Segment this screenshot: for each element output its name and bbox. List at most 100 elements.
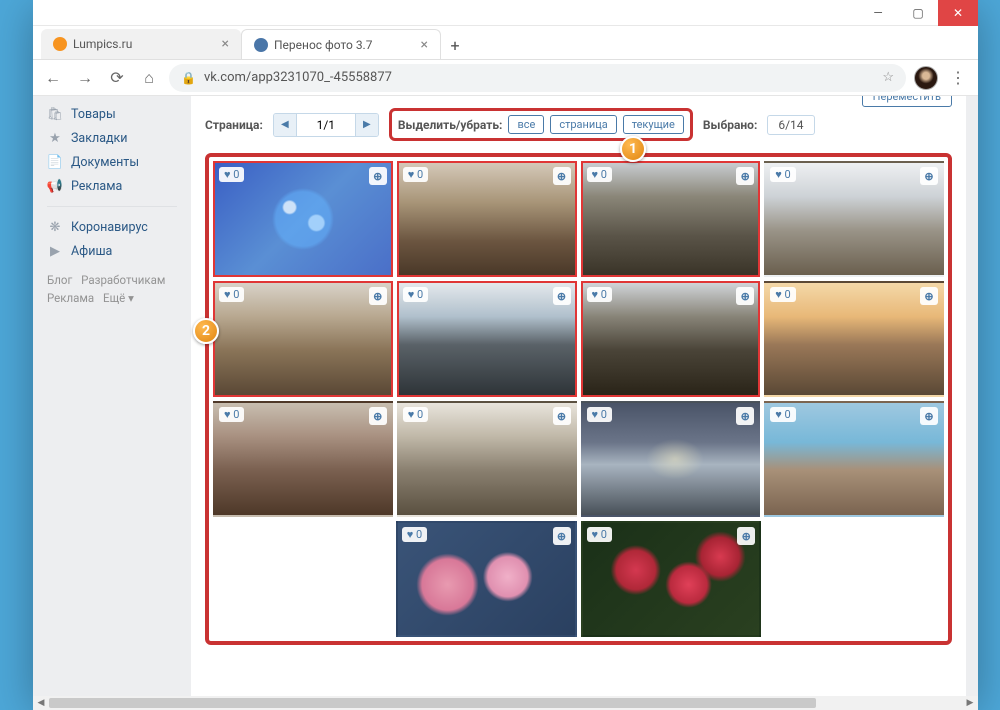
window-minimize-button[interactable]: — (858, 0, 898, 26)
pager: ◀ ▶ (273, 113, 379, 137)
like-badge[interactable]: ♥ 0 (402, 527, 427, 542)
photo-thumbnail[interactable]: ♥ 0 ⊕ (213, 281, 393, 397)
sidebar-separator (47, 206, 177, 207)
footer-link-devs[interactable]: Разработчикам (81, 273, 165, 287)
controls-bar: Страница: ◀ ▶ Выделить/убрать: все стран… (205, 104, 952, 141)
tab-favicon (254, 38, 268, 52)
photo-thumbnail[interactable]: ♥ 0 ⊕ (581, 161, 761, 277)
window-close-button[interactable]: ✕ (938, 0, 978, 26)
photo-thumbnail[interactable]: ♥ 0 ⊕ (764, 401, 944, 517)
zoom-icon[interactable]: ⊕ (736, 287, 754, 305)
like-badge[interactable]: ♥ 0 (403, 407, 428, 422)
sidebar-footer: Блог Разработчикам Реклама Ещё ▾ (33, 263, 191, 316)
like-badge[interactable]: ♥ 0 (587, 407, 612, 422)
sidebar-item-label: Реклама (71, 179, 122, 194)
photo-thumbnail[interactable]: ♥ 0 ⊕ (764, 281, 944, 397)
zoom-icon[interactable]: ⊕ (553, 527, 571, 545)
like-badge[interactable]: ♥ 0 (219, 407, 244, 422)
photo-thumbnail[interactable]: ♥ 0 ⊕ (397, 401, 577, 517)
browser-tabs: Lumpics.ru × Перенос фото 3.7 × + (33, 26, 978, 60)
photo-thumbnail[interactable]: ♥ 0 ⊕ (581, 521, 762, 637)
like-badge[interactable]: ♥ 0 (403, 287, 428, 302)
zoom-icon[interactable]: ⊕ (553, 407, 571, 425)
scroll-track[interactable] (49, 696, 962, 710)
select-page-button[interactable]: страница (550, 115, 616, 134)
footer-link-blog[interactable]: Блог (47, 273, 72, 287)
zoom-icon[interactable]: ⊕ (920, 167, 938, 185)
photo-grid-highlight: ♥ 0 ⊕ ♥ 0 ⊕ ♥ 0 ⊕ ♥ 0 ⊕ ♥ 0 ⊕ ♥ 0 ⊕ ♥ 0 ⊕ ♥ 0 ⊕ ♥ 0 ⊕ ♥ 0 ⊕… (205, 153, 952, 645)
like-badge[interactable]: ♥ 0 (770, 287, 795, 302)
like-badge[interactable]: ♥ 0 (587, 167, 612, 182)
zoom-icon[interactable]: ⊕ (920, 407, 938, 425)
select-all-button[interactable]: все (508, 115, 544, 134)
document-icon: 📄 (47, 154, 63, 170)
goods-icon: 🛍 (47, 106, 63, 122)
nav-forward-button[interactable]: → (73, 66, 97, 90)
like-badge[interactable]: ♥ 0 (770, 407, 795, 422)
zoom-icon[interactable]: ⊕ (553, 167, 571, 185)
photo-thumbnail[interactable]: ♥ 0 ⊕ (764, 161, 944, 277)
profile-avatar[interactable] (914, 66, 938, 90)
photo-thumbnail[interactable]: ♥ 0 ⊕ (397, 161, 577, 277)
horizontal-scrollbar[interactable]: ◀ ▶ (33, 696, 978, 710)
select-label: Выделить/убрать: (398, 118, 503, 132)
tab-close-icon[interactable]: × (415, 37, 428, 53)
page-input[interactable] (296, 114, 356, 136)
sidebar-item-covid[interactable]: ❋Коронавирус (33, 215, 191, 239)
tab-close-icon[interactable]: × (216, 36, 229, 52)
nav-home-button[interactable]: ⌂ (137, 66, 161, 90)
vk-sidebar: 🛍Товары ★Закладки 📄 Документы 📢Реклама ❋К… (33, 96, 191, 700)
scroll-thumb[interactable] (49, 698, 816, 708)
zoom-icon[interactable]: ⊕ (369, 407, 387, 425)
page-prev-button[interactable]: ◀ (274, 114, 296, 136)
zoom-icon[interactable]: ⊕ (736, 407, 754, 425)
page-label: Страница: (205, 118, 263, 132)
sidebar-item-afisha[interactable]: ▶Афиша (33, 239, 191, 263)
photo-thumbnail[interactable]: ♥ 0 ⊕ (581, 401, 761, 517)
tab-title: Перенос фото 3.7 (274, 38, 372, 52)
url-text: vk.com/app3231070_-45558877 (204, 70, 392, 85)
zoom-icon[interactable]: ⊕ (920, 287, 938, 305)
scroll-right-arrow[interactable]: ▶ (962, 696, 978, 710)
tab-photo-transfer[interactable]: Перенос фото 3.7 × (241, 29, 441, 59)
move-button[interactable]: Переместить (862, 96, 952, 107)
photo-thumbnail[interactable]: ♥ 0 ⊕ (397, 281, 577, 397)
tab-lumpics[interactable]: Lumpics.ru × (41, 29, 241, 59)
zoom-icon[interactable]: ⊕ (737, 527, 755, 545)
sidebar-item-goods[interactable]: 🛍Товары (33, 102, 191, 126)
window-titlebar: — ▢ ✕ (33, 0, 978, 26)
nav-reload-button[interactable]: ⟳ (105, 66, 129, 90)
browser-menu-button[interactable]: ⋮ (946, 68, 970, 87)
photo-thumbnail[interactable]: ♥ 0 ⊕ (213, 161, 393, 277)
page-next-button[interactable]: ▶ (356, 114, 378, 136)
photo-thumbnail[interactable]: ♥ 0 ⊕ (581, 281, 761, 397)
sidebar-item-label: Документы (71, 155, 139, 170)
zoom-icon[interactable]: ⊕ (369, 287, 387, 305)
url-input[interactable]: 🔒 vk.com/app3231070_-45558877 ☆ (169, 64, 906, 92)
zoom-icon[interactable]: ⊕ (736, 167, 754, 185)
bookmark-star-icon[interactable]: ☆ (882, 70, 894, 85)
like-badge[interactable]: ♥ 0 (219, 287, 244, 302)
address-bar: ← → ⟳ ⌂ 🔒 vk.com/app3231070_-45558877 ☆ … (33, 60, 978, 96)
select-current-button[interactable]: текущие (623, 115, 684, 134)
sidebar-item-bookmarks[interactable]: ★Закладки (33, 126, 191, 150)
like-badge[interactable]: ♥ 0 (587, 287, 612, 302)
sidebar-item-label: Афиша (71, 244, 112, 259)
browser-window: — ▢ ✕ Lumpics.ru × Перенос фото 3.7 × + … (33, 0, 978, 700)
like-badge[interactable]: ♥ 0 (403, 167, 428, 182)
scroll-left-arrow[interactable]: ◀ (33, 696, 49, 710)
new-tab-button[interactable]: + (441, 31, 469, 59)
footer-link-ads[interactable]: Реклама (47, 291, 94, 305)
window-maximize-button[interactable]: ▢ (898, 0, 938, 26)
like-badge[interactable]: ♥ 0 (587, 527, 612, 542)
footer-link-more[interactable]: Ещё ▾ (103, 291, 134, 305)
photo-thumbnail[interactable]: ♥ 0 ⊕ (213, 401, 393, 517)
nav-back-button[interactable]: ← (41, 66, 65, 90)
zoom-icon[interactable]: ⊕ (369, 167, 387, 185)
like-badge[interactable]: ♥ 0 (770, 167, 795, 182)
zoom-icon[interactable]: ⊕ (553, 287, 571, 305)
photo-thumbnail[interactable]: ♥ 0 ⊕ (396, 521, 577, 637)
sidebar-item-ads[interactable]: 📢Реклама (33, 174, 191, 198)
like-badge[interactable]: ♥ 0 (219, 167, 244, 182)
sidebar-item-documents[interactable]: 📄 Документы (33, 150, 191, 174)
